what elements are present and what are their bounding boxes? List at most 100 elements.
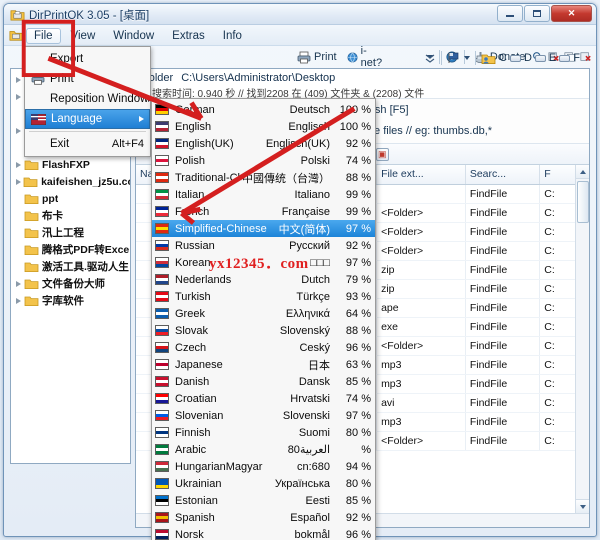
print-toolbar-button[interactable]: Print: [294, 50, 340, 65]
language-item[interactable]: Norsk bokmål 96 %: [152, 526, 375, 540]
chevron-down-icon: [579, 504, 586, 509]
inet-toolbar-button[interactable]: i-net?: [344, 44, 387, 70]
menu-view[interactable]: View: [63, 28, 104, 44]
menu-info[interactable]: Info: [215, 28, 250, 44]
expand-triangle-icon[interactable]: [13, 161, 24, 168]
language-item[interactable]: Danish Dansk 85 %: [152, 373, 375, 390]
language-item[interactable]: German Deutsch 100 %: [152, 101, 375, 118]
language-item[interactable]: Estonian Eesti 85 %: [152, 492, 375, 509]
tree-item[interactable]: ppt: [11, 190, 130, 207]
language-item[interactable]: Ukrainian Українська 80 %: [152, 475, 375, 492]
language-english-name: Norsk: [175, 528, 204, 540]
tree-item[interactable]: kaifeishen_jz5u.cor: [11, 173, 130, 190]
cell-ext: <Folder>: [376, 203, 466, 223]
folder-icon: [24, 211, 39, 221]
chevrons-down-icon[interactable]: [424, 52, 436, 64]
file-menu-item-exit[interactable]: Exit Alt+F4: [25, 134, 150, 154]
language-item[interactable]: Slovak Slovenský 88 %: [152, 322, 375, 339]
menu-window[interactable]: Window: [105, 28, 162, 44]
flag-icon: [155, 427, 169, 438]
app-icon: [10, 10, 25, 21]
flag-icon: [155, 257, 169, 268]
maximize-button[interactable]: [524, 5, 550, 22]
file-dropdown-menu[interactable]: Export Print Reposition Window Language Exit…: [24, 46, 154, 157]
flag-icon: [155, 155, 169, 166]
language-english-name: Croatian: [175, 392, 217, 405]
flag-icon: [155, 172, 169, 183]
expand-triangle-icon[interactable]: [13, 280, 24, 287]
minimize-button[interactable]: [497, 5, 523, 22]
language-english-name: Spanish: [175, 511, 215, 524]
drive-icon-e: [534, 54, 546, 62]
language-item[interactable]: Simplified-Chinese 中文(简体) 97 %: [152, 220, 375, 237]
file-menu-item-reposition-window[interactable]: Reposition Window: [25, 89, 154, 109]
drive-f-button[interactable]: F: [573, 52, 580, 64]
scroll-thumb[interactable]: [577, 181, 589, 223]
tree-item[interactable]: 汛上工程: [11, 224, 130, 241]
language-translation-percent: 96 %: [345, 528, 371, 540]
expand-triangle-icon[interactable]: [13, 76, 24, 83]
vertical-scrollbar[interactable]: [575, 165, 589, 513]
language-native-name: cn:680: [296, 460, 330, 473]
language-item[interactable]: Finnish Suomi 80 %: [152, 424, 375, 441]
column-file-ext[interactable]: File ext...: [376, 165, 466, 185]
language-english-name: Italian: [175, 188, 205, 201]
language-item[interactable]: English(UK) Englisch(UK) 92 %: [152, 135, 375, 152]
column-search[interactable]: Searc...: [465, 165, 541, 185]
toolbar-row-2: C D E F: [424, 48, 590, 68]
language-item[interactable]: Spanish Español 92 %: [152, 509, 375, 526]
flag-dropdown-caret-icon[interactable]: [464, 56, 470, 60]
extra-icon[interactable]: ▣: [375, 147, 389, 161]
tree-item[interactable]: 激活工具.驱动人生: [11, 258, 130, 275]
language-item[interactable]: Arabic العربية80%: [152, 441, 375, 458]
file-menu-item-language[interactable]: Language: [25, 109, 150, 129]
file-menu-item-print[interactable]: Print: [25, 69, 150, 89]
tree-item[interactable]: 布卡: [11, 207, 130, 224]
drive-e-button[interactable]: E: [549, 52, 556, 64]
language-item[interactable]: Japanese 日本 63 %: [152, 356, 375, 373]
expand-triangle-icon[interactable]: [13, 297, 24, 304]
cell-search: FindFile: [465, 393, 541, 413]
drive-c-button[interactable]: C: [499, 52, 507, 64]
file-menu-item-label: Export: [50, 53, 84, 65]
flag-icon: [155, 410, 169, 421]
expand-triangle-icon[interactable]: [13, 93, 24, 100]
tree-item[interactable]: FlashFXP: [11, 156, 130, 173]
tree-item-label: 布卡: [42, 210, 63, 222]
tree-item[interactable]: 文件备份大师: [11, 275, 130, 292]
language-english-name: HungarianMagyar: [175, 460, 263, 473]
language-item[interactable]: Croatian Hrvatski 74 %: [152, 390, 375, 407]
watermark-text: yx12345．com: [209, 256, 309, 272]
scroll-up-arrow[interactable]: [576, 165, 589, 179]
tree-item[interactable]: 腾格式PDF转Excel: [11, 241, 130, 258]
language-item[interactable]: Turkish Türkçe 93 %: [152, 288, 375, 305]
language-translation-percent: 80 %: [345, 426, 371, 439]
drive-d-button[interactable]: D: [524, 52, 532, 64]
language-submenu[interactable]: German Deutsch 100 % English Englisch 100 % En…: [151, 98, 376, 540]
language-item[interactable]: Slovenian Slovenski 97 %: [152, 407, 375, 424]
scroll-down-arrow[interactable]: [576, 499, 589, 513]
language-english-name: Finnish: [175, 426, 211, 439]
language-item[interactable]: English Englisch 100 %: [152, 118, 375, 135]
language-item[interactable]: Czech Ceský 96 %: [152, 339, 375, 356]
menu-file[interactable]: File: [26, 27, 61, 44]
language-english-name: German: [175, 103, 215, 116]
menu-extras[interactable]: Extras: [164, 28, 213, 44]
language-item[interactable]: Nederlands Dutch 79 %: [152, 271, 375, 288]
expand-triangle-icon[interactable]: [13, 178, 23, 185]
tree-item[interactable]: 字库软件: [11, 292, 130, 309]
file-menu-item-export[interactable]: Export: [25, 49, 150, 69]
language-item[interactable]: French Française 99 %: [152, 203, 375, 220]
language-item[interactable]: Polish Polski 74 %: [152, 152, 375, 169]
flag-icon[interactable]: [447, 52, 461, 64]
language-item[interactable]: Italian Italiano 99 %: [152, 186, 375, 203]
folder-user-icon[interactable]: [481, 52, 496, 65]
language-item[interactable]: HungarianMagyar cn:680 94 %: [152, 458, 375, 475]
close-button[interactable]: ✕: [551, 5, 592, 22]
drive-icon-f: [559, 54, 571, 62]
language-english-name: Simplified-Chinese: [175, 222, 267, 235]
expand-triangle-icon[interactable]: [13, 127, 24, 134]
language-item[interactable]: Traditional-Chinese中國傳统（台灣） 88 %: [152, 169, 375, 186]
app-small-icon: [9, 31, 23, 41]
language-item[interactable]: Greek Ελληνικά 64 %: [152, 305, 375, 322]
